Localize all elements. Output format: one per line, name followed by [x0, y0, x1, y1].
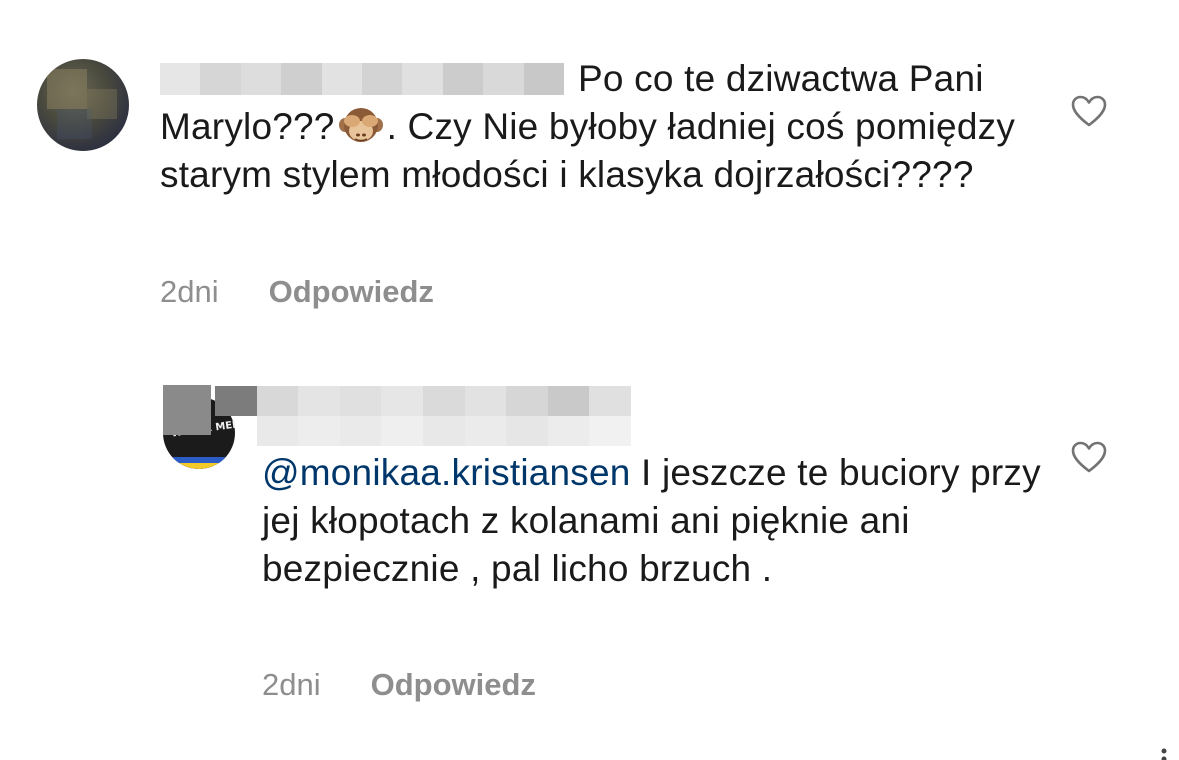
- comment-meta: 2dni Odpowiedz: [160, 274, 434, 310]
- mention-link[interactable]: @monikaa.kristiansen: [262, 452, 631, 493]
- commenter-avatar[interactable]: [37, 59, 129, 151]
- comment-timestamp: 2dni: [160, 274, 219, 309]
- reply-commenter-username-blurred[interactable]: [215, 386, 631, 446]
- comments-thread: Po co te dziwactwa Pani Marylo??? . Czy …: [0, 0, 1179, 760]
- more-dots-icon: [1161, 748, 1167, 760]
- reply-comment-meta: 2dni Odpowiedz: [262, 667, 536, 703]
- reply-button[interactable]: Odpowiedz: [269, 274, 434, 310]
- reply-comment-timestamp: 2dni: [262, 667, 321, 702]
- comment-text: Po co te dziwactwa Pani Marylo??? . Czy …: [160, 55, 1040, 199]
- reply-button[interactable]: Odpowiedz: [371, 667, 536, 703]
- reply-comment-text: @monikaa.kristiansen I jeszcze te bucior…: [262, 449, 1042, 593]
- see-no-evil-monkey-icon: [338, 108, 383, 142]
- heart-outline-icon[interactable]: [1071, 441, 1107, 473]
- heart-outline-icon[interactable]: [1071, 95, 1107, 127]
